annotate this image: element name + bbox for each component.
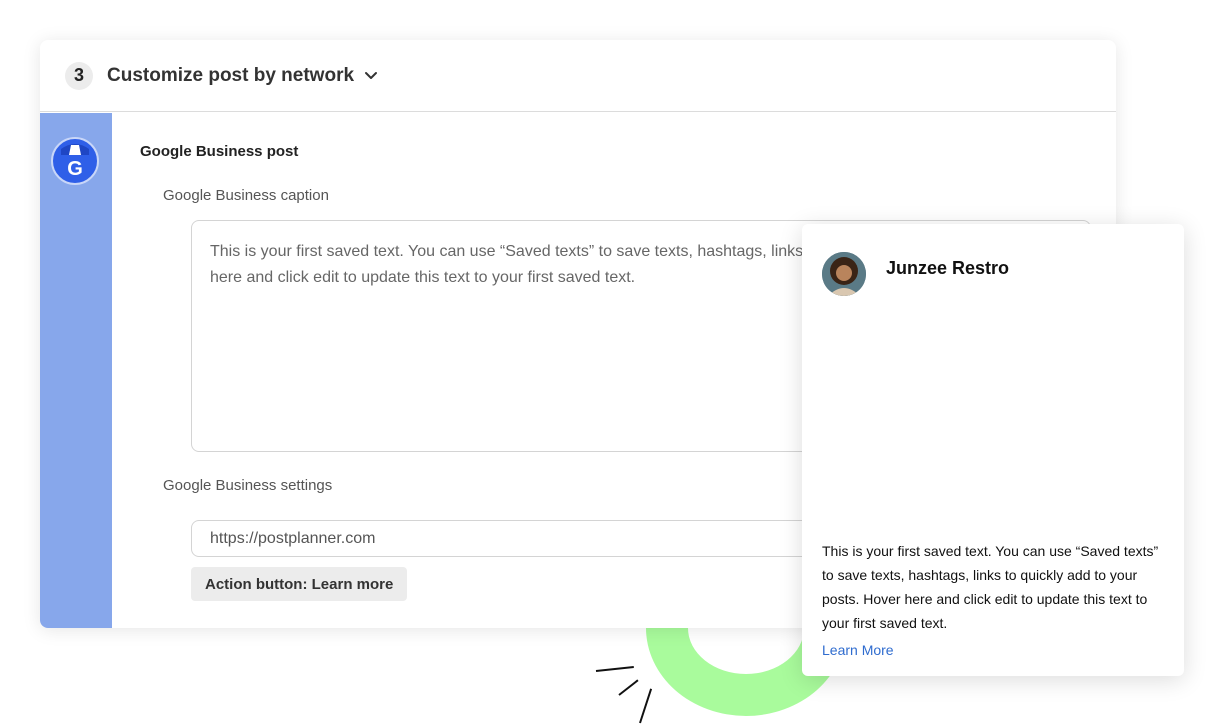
step-number-badge: 3 (65, 61, 93, 90)
svg-text:G: G (67, 158, 83, 180)
section-heading: Customize post by network (107, 64, 355, 86)
decorative-spark (639, 688, 653, 724)
action-button-selector[interactable]: Action button: Learn more (191, 567, 408, 601)
caption-label: Google Business caption (163, 187, 329, 204)
settings-label: Google Business settings (163, 477, 333, 494)
decorative-spark (595, 666, 634, 672)
avatar (822, 252, 866, 296)
preview-text: This is your first saved text. You can u… (822, 543, 1159, 631)
card-header[interactable]: 3 Customize post by network (40, 40, 1116, 112)
network-sidebar: G (40, 113, 112, 628)
post-section-title: Google Business post (140, 143, 299, 160)
decorative-spark (618, 679, 639, 696)
url-input[interactable] (191, 520, 891, 557)
google-business-icon[interactable]: G (51, 137, 99, 185)
post-preview-card: Junzee Restro This is your first saved t… (802, 224, 1184, 676)
learn-more-link[interactable]: Learn More (822, 642, 894, 658)
profile-name: Junzee Restro (886, 258, 1010, 278)
chevron-down-icon[interactable] (364, 71, 378, 81)
